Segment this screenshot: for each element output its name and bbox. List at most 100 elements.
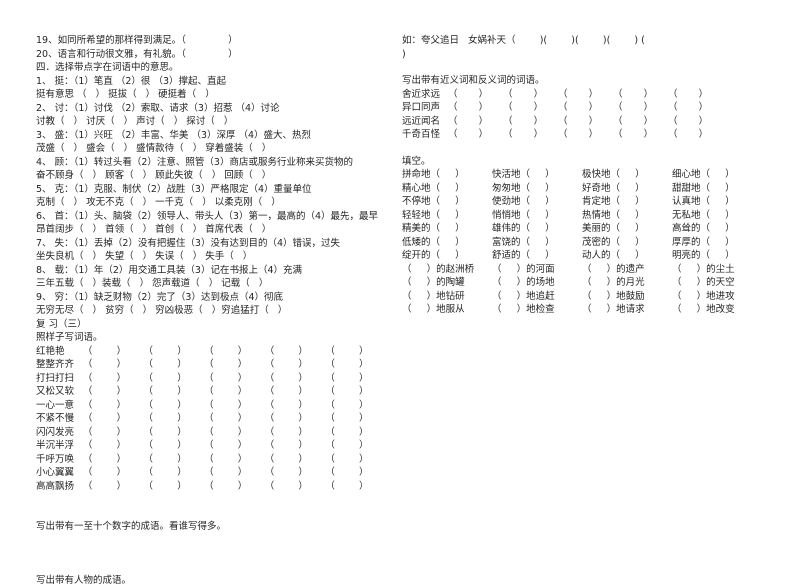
adverb-blank[interactable]: 轻轻地（ ） bbox=[402, 209, 492, 223]
pattern-row[interactable]: 半沉半浮 （ ） （ ） （ ） （ ） （ ） bbox=[36, 439, 386, 453]
pattern-blank[interactable]: （ ） bbox=[265, 426, 326, 440]
pattern-blank[interactable]: （ ） bbox=[204, 412, 265, 426]
synonym-blank[interactable]: （ ） bbox=[503, 101, 558, 115]
modifier-blank[interactable]: （ ）的场地 bbox=[492, 276, 582, 290]
pattern-blank[interactable]: （ ） bbox=[144, 466, 205, 480]
synonym-blank[interactable]: （ ） bbox=[613, 101, 668, 115]
pattern-row[interactable]: 红艳艳 （ ） （ ） （ ） （ ） （ ） bbox=[36, 345, 386, 359]
pattern-row[interactable]: 打扫打扫 （ ） （ ） （ ） （ ） （ ） bbox=[36, 372, 386, 386]
adverb-blank[interactable]: 细心地（ ） bbox=[672, 168, 762, 182]
pattern-blank[interactable]: （ ） bbox=[83, 466, 144, 480]
pattern-blank[interactable]: （ ） bbox=[83, 453, 144, 467]
pattern-blank[interactable]: （ ） bbox=[265, 399, 326, 413]
modifier-blank[interactable]: （ ）的河面 bbox=[492, 263, 582, 277]
pattern-blank[interactable]: （ ） bbox=[325, 372, 386, 386]
synonym-row[interactable]: 千奇百怪 （ ） （ ） （ ） （ ） （ ） bbox=[402, 128, 794, 142]
pattern-blank[interactable]: （ ） bbox=[325, 358, 386, 372]
modifier-blank[interactable]: （ ）地进攻 bbox=[672, 290, 762, 304]
adverb-row[interactable]: 精心地（ ） 匆匆地（ ） 好奇地（ ） 甜甜地（ ） bbox=[402, 182, 794, 196]
adjective-row[interactable]: 精美的（ ） 雄伟的（ ） 美丽的（ ） 高耸的（ ） bbox=[402, 222, 794, 236]
adjective-row[interactable]: 绽开的（ ） 舒适的（ ） 动人的（ ） 明亮的（ ） bbox=[402, 249, 794, 263]
synonym-blank[interactable]: （ ） bbox=[558, 101, 613, 115]
adverb-blank[interactable]: 极快地（ ） bbox=[582, 168, 672, 182]
mc-answers-7[interactable]: 坐失良机（ ） 失望（ ） 失误（ ） 失手（ ） bbox=[36, 250, 386, 264]
mc-answers-8[interactable]: 三年五载（ ）装载（ ） 怨声载道（ ） 记载（ ） bbox=[36, 277, 386, 291]
mc-answers-2[interactable]: 讨教（ ） 讨厌（ ） 声讨（ ） 探讨（ ） bbox=[36, 115, 386, 129]
synonym-row[interactable]: 异口同声 （ ） （ ） （ ） （ ） （ ） bbox=[402, 101, 794, 115]
pattern-blank[interactable]: （ ） bbox=[83, 412, 144, 426]
pattern-row[interactable]: 闪闪发亮 （ ） （ ） （ ） （ ） （ ） bbox=[36, 426, 386, 440]
pattern-blank[interactable]: （ ） bbox=[144, 385, 205, 399]
pattern-blank[interactable]: （ ） bbox=[144, 412, 205, 426]
adjective-blank[interactable]: 厚厚的（ ） bbox=[672, 236, 762, 250]
pattern-blank[interactable]: （ ） bbox=[325, 385, 386, 399]
pattern-row[interactable]: 整整齐齐 （ ） （ ） （ ） （ ） （ ） bbox=[36, 358, 386, 372]
modifier-row[interactable]: （ ）地钻研 （ ）地追赶 （ ）地鼓励 （ ）地进攻 bbox=[402, 290, 794, 304]
pattern-blank[interactable]: （ ） bbox=[144, 345, 205, 359]
synonym-blank[interactable]: （ ） bbox=[503, 88, 558, 102]
pattern-blank[interactable]: （ ） bbox=[83, 439, 144, 453]
adverb-blank[interactable]: 匆匆地（ ） bbox=[492, 182, 582, 196]
mc-answers-6[interactable]: 昂首阔步（ ） 首领（ ） 首创（ ） 首席代表（ ） bbox=[36, 223, 386, 237]
modifier-blank[interactable]: （ ）的陶罐 bbox=[402, 276, 492, 290]
adjective-row[interactable]: 低矮的（ ） 富饶的（ ） 茂密的（ ） 厚厚的（ ） bbox=[402, 236, 794, 250]
pattern-blank[interactable]: （ ） bbox=[83, 385, 144, 399]
synonym-blank[interactable]: （ ） bbox=[558, 128, 613, 142]
mc-answers-5[interactable]: 克制（ ） 攻无不克（ ） 一千克（ ） 以柔克刚（ ） bbox=[36, 196, 386, 210]
adjective-blank[interactable]: 低矮的（ ） bbox=[402, 236, 492, 250]
pattern-blank[interactable]: （ ） bbox=[265, 372, 326, 386]
synonym-blank[interactable]: （ ） bbox=[613, 128, 668, 142]
pattern-row[interactable]: 高高飘扬 （ ） （ ） （ ） （ ） （ ） bbox=[36, 480, 386, 494]
modifier-blank[interactable]: （ ）地服从 bbox=[402, 303, 492, 317]
modifier-blank[interactable]: （ ）地钻研 bbox=[402, 290, 492, 304]
pattern-row[interactable]: 不紧不慢 （ ） （ ） （ ） （ ） （ ） bbox=[36, 412, 386, 426]
synonym-blank[interactable]: （ ） bbox=[558, 88, 613, 102]
synonym-blank[interactable]: （ ） bbox=[668, 101, 723, 115]
adverb-row[interactable]: 轻轻地（ ） 悄悄地（ ） 热情地（ ） 无私地（ ） bbox=[402, 209, 794, 223]
pattern-blank[interactable]: （ ） bbox=[204, 345, 265, 359]
adverb-blank[interactable]: 悄悄地（ ） bbox=[492, 209, 582, 223]
adjective-blank[interactable]: 明亮的（ ） bbox=[672, 249, 762, 263]
adverb-row[interactable]: 拼命地（ ） 快活地（ ） 极快地（ ） 细心地（ ） bbox=[402, 168, 794, 182]
pattern-blank[interactable]: （ ） bbox=[265, 385, 326, 399]
adjective-blank[interactable]: 动人的（ ） bbox=[582, 249, 672, 263]
mc-answers-4[interactable]: 奋不顾身（ ） 顾客（ ） 顾此失彼（ ） 回顾（ ） bbox=[36, 169, 386, 183]
synonym-blank[interactable]: （ ） bbox=[668, 115, 723, 129]
modifier-blank[interactable]: （ ）地鼓励 bbox=[582, 290, 672, 304]
modifier-blank[interactable]: （ ）的尘土 bbox=[672, 263, 762, 277]
adverb-blank[interactable]: 无私地（ ） bbox=[672, 209, 762, 223]
modifier-blank[interactable]: （ ）地请求 bbox=[582, 303, 672, 317]
adverb-blank[interactable]: 不停地（ ） bbox=[402, 195, 492, 209]
adverb-blank[interactable]: 肯定地（ ） bbox=[582, 195, 672, 209]
pattern-blank[interactable]: （ ） bbox=[204, 439, 265, 453]
pattern-blank[interactable]: （ ） bbox=[144, 453, 205, 467]
modifier-blank[interactable]: （ ）的天空 bbox=[672, 276, 762, 290]
pattern-blank[interactable]: （ ） bbox=[83, 399, 144, 413]
synonym-blank[interactable]: （ ） bbox=[448, 128, 503, 142]
pattern-blank[interactable]: （ ） bbox=[204, 426, 265, 440]
mc-answers-1[interactable]: 挺有意思 （ ） 挺拔（ ） 硬挺着（ ） bbox=[36, 88, 386, 102]
pattern-blank[interactable]: （ ） bbox=[265, 439, 326, 453]
pattern-blank[interactable]: （ ） bbox=[325, 480, 386, 494]
pattern-blank[interactable]: （ ） bbox=[204, 385, 265, 399]
adverb-blank[interactable]: 使劲地（ ） bbox=[492, 195, 582, 209]
adjective-blank[interactable]: 茂密的（ ） bbox=[582, 236, 672, 250]
modifier-blank[interactable]: （ ）地追赶 bbox=[492, 290, 582, 304]
synonym-blank[interactable]: （ ） bbox=[503, 128, 558, 142]
mc-answers-9[interactable]: 无穷无尽（ ） 贫穷（ ） 穷凶极恶（ ）穷追猛打（ ） bbox=[36, 304, 386, 318]
pattern-blank[interactable]: （ ） bbox=[144, 372, 205, 386]
synonym-blank[interactable]: （ ） bbox=[613, 88, 668, 102]
adjective-blank[interactable]: 高耸的（ ） bbox=[672, 222, 762, 236]
pattern-blank[interactable]: （ ） bbox=[144, 399, 205, 413]
modifier-blank[interactable]: （ ）的月光 bbox=[582, 276, 672, 290]
pattern-blank[interactable]: （ ） bbox=[83, 372, 144, 386]
adverb-blank[interactable]: 认真地（ ） bbox=[672, 195, 762, 209]
adverb-blank[interactable]: 甜甜地（ ） bbox=[672, 182, 762, 196]
adjective-blank[interactable]: 精美的（ ） bbox=[402, 222, 492, 236]
adverb-row[interactable]: 不停地（ ） 使劲地（ ） 肯定地（ ） 认真地（ ） bbox=[402, 195, 794, 209]
modifier-blank[interactable]: （ ）地检查 bbox=[492, 303, 582, 317]
pattern-row[interactable]: 千呼万唤 （ ） （ ） （ ） （ ） （ ） bbox=[36, 453, 386, 467]
pattern-blank[interactable]: （ ） bbox=[325, 345, 386, 359]
modifier-blank[interactable]: （ ）的赵洲桥 bbox=[402, 263, 492, 277]
pattern-blank[interactable]: （ ） bbox=[144, 439, 205, 453]
